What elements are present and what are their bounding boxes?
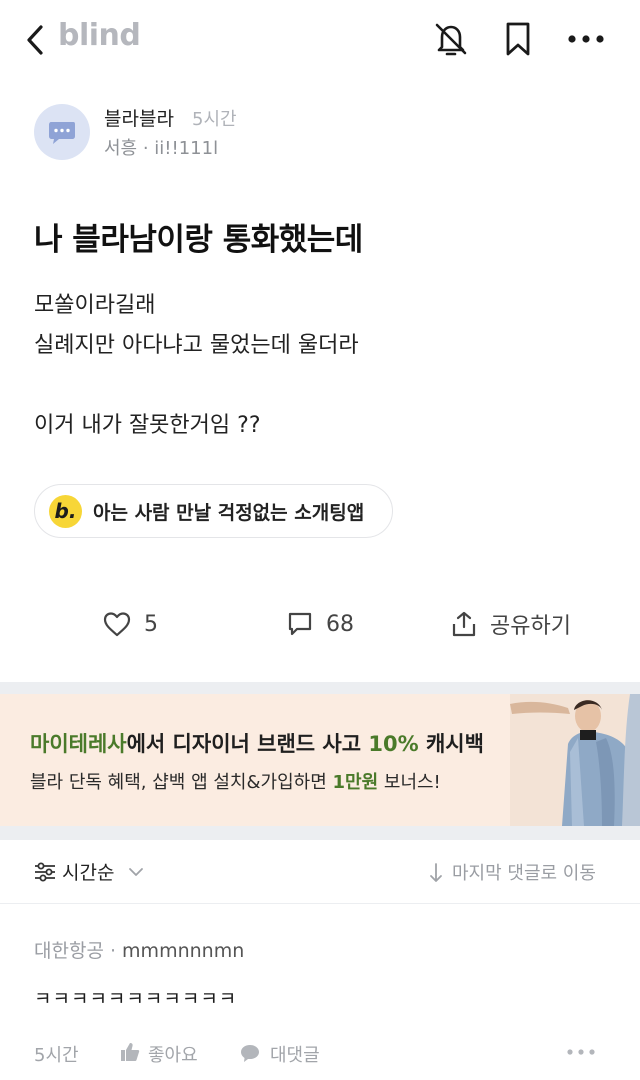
sort-dropdown[interactable]: 시간순	[62, 858, 114, 885]
comment-item: 대한항공 · mmmnnnmn ㅋㅋㅋㅋㅋㅋㅋㅋㅋㅋㅋ 5시간 좋아요 대댓글	[34, 936, 614, 1080]
bookmark-icon[interactable]	[502, 20, 534, 58]
post-time: 5시간	[192, 109, 237, 130]
share-label: 공유하기	[490, 614, 571, 639]
thumbs-up-icon[interactable]	[120, 1042, 140, 1062]
app-logo: blind	[58, 18, 141, 53]
comment-icon	[288, 612, 312, 636]
more-horizontal-icon[interactable]	[566, 1048, 596, 1056]
section-divider	[0, 826, 640, 840]
top-bar: blind	[0, 0, 640, 80]
bell-off-icon[interactable]	[432, 20, 470, 58]
avatar[interactable]	[34, 104, 90, 160]
dating-app-promo[interactable]: b. 아는 사람 만날 걱정없는 소개팅앱	[34, 484, 394, 538]
chevron-down-icon[interactable]	[128, 866, 144, 878]
comment-sort-bar: 시간순 마지막 댓글로 이동	[0, 840, 640, 904]
comment-text: ㅋㅋㅋㅋㅋㅋㅋㅋㅋㅋㅋ	[34, 988, 238, 1010]
comment-nickname: mmmnnnmn	[122, 940, 245, 962]
comment-meta: 5시간 좋아요 대댓글	[34, 1038, 614, 1066]
post-body: 모쏠이라길래 실례지만 아다냐고 물었는데 울더라 이거 내가 잘못한거임 ??	[34, 286, 614, 446]
promo-text: 아는 사람 만날 걱정없는 소개팅앱	[93, 501, 365, 524]
like-button[interactable]: 5	[102, 600, 158, 648]
post-body-line: 모쏠이라길래	[34, 293, 156, 318]
section-divider	[0, 682, 640, 694]
post-body-line: 이거 내가 잘못한거임 ??	[34, 413, 261, 438]
comment-author[interactable]: 대한항공 · mmmnnnmn	[34, 936, 244, 963]
filter-sliders-icon[interactable]	[34, 862, 56, 882]
comment-button[interactable]: 68	[286, 600, 354, 648]
ad-headline-end: 캐시백	[418, 732, 484, 756]
ad-headline-mid: 에서 디자이너 브랜드 사고	[126, 732, 369, 756]
comment-reply-button[interactable]: 대댓글	[270, 1041, 320, 1067]
arrow-down-icon[interactable]	[428, 862, 444, 884]
ad-subline-end: 보너스!	[378, 772, 441, 793]
reply-bubble-icon[interactable]	[240, 1043, 260, 1063]
post-body-line: 실례지만 아다냐고 물었는데 울더라	[34, 333, 359, 358]
share-icon	[452, 611, 476, 637]
chat-bubble-icon	[49, 122, 75, 144]
promo-badge-text: b.	[54, 499, 77, 523]
share-button[interactable]: 공유하기	[450, 600, 571, 648]
ad-subline-start: 블라 단독 혜택, 샵백 앱 설치&가입하면	[30, 772, 333, 793]
like-count: 5	[144, 611, 158, 637]
ad-model-photo	[510, 694, 640, 826]
post-actions: 5 68 공유하기	[0, 600, 640, 648]
comment-count: 68	[326, 611, 354, 637]
ad-cashback-rate: 10%	[368, 732, 419, 756]
post-title: 나 블라남이랑 통화했는데	[34, 222, 363, 258]
author-meta: 서흥 · ii!!111l	[104, 138, 219, 159]
jump-to-last-comment[interactable]: 마지막 댓글로 이동	[452, 859, 596, 885]
ad-brand: 마이테레사	[30, 732, 127, 756]
ad-subline: 블라 단독 혜택, 샵백 앱 설치&가입하면 1만원 보너스!	[30, 768, 441, 794]
comment-company: 대한항공	[34, 940, 104, 962]
chevron-left-icon[interactable]	[22, 22, 52, 58]
ad-bonus-amount: 1만원	[332, 772, 379, 793]
author-name[interactable]: 블라블라	[104, 104, 174, 131]
ad-headline: 마이테레사에서 디자이너 브랜드 사고 10% 캐시백	[30, 728, 484, 758]
post-author: 블라블라 5시간 서흥 · ii!!111l	[34, 104, 594, 164]
comment-time: 5시간	[34, 1045, 79, 1066]
heart-icon	[103, 612, 131, 637]
more-horizontal-icon[interactable]	[566, 28, 606, 50]
ad-banner[interactable]: 마이테레사에서 디자이너 브랜드 사고 10% 캐시백 블라 단독 혜택, 샵백…	[0, 694, 640, 826]
comment-like-button[interactable]: 좋아요	[148, 1041, 198, 1067]
post-body-line	[34, 366, 614, 406]
promo-logo-icon: b.	[49, 495, 82, 528]
